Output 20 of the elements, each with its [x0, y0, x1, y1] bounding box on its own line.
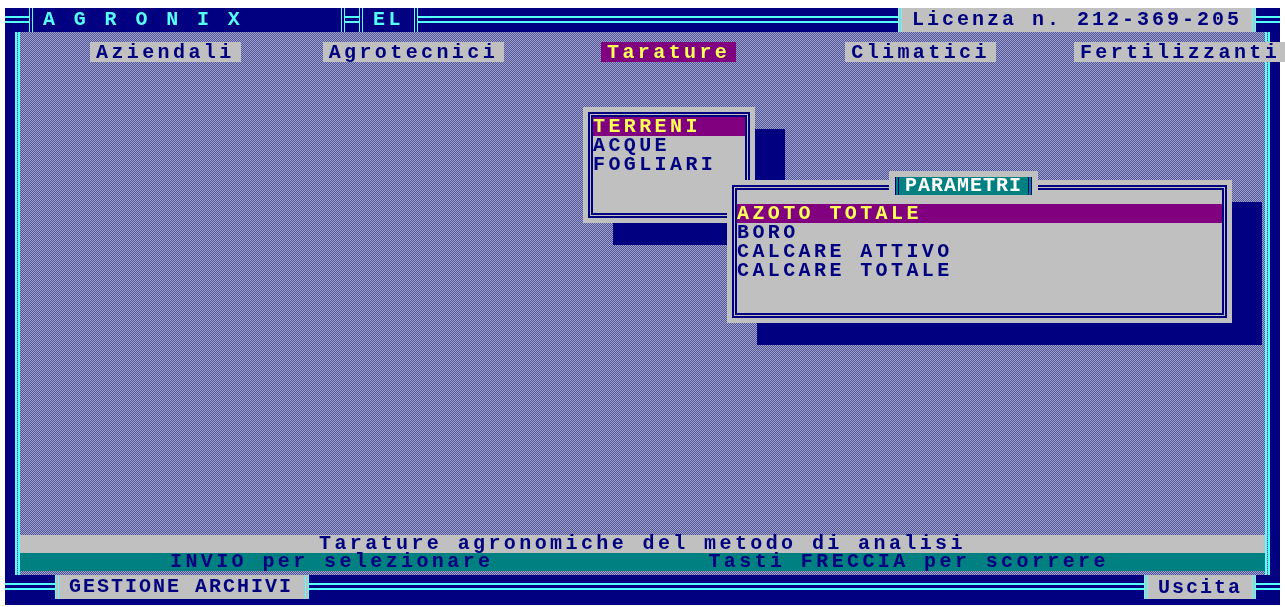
- section-label: GESTIONE ARCHIVI: [55, 575, 309, 599]
- app-title: A G R O N I X: [29, 8, 345, 32]
- hint-text: INVIO per selezionare: [170, 553, 494, 571]
- list-item[interactable]: TERRENI: [593, 117, 745, 136]
- hint-text: Tasti FRECCIA per scorrere: [708, 553, 1109, 571]
- version-tag: EL: [359, 8, 418, 32]
- menu-item[interactable]: Tarature: [601, 42, 737, 62]
- list-item[interactable]: CALCARE ATTIVO: [737, 242, 1222, 261]
- status-description: Tarature agronomiche del metodo di analisi: [20, 535, 1265, 553]
- license-number: Licenza n. 212-369-205: [897, 8, 1256, 32]
- menu-item[interactable]: Aziendali: [90, 42, 241, 62]
- list-item[interactable]: AZOTO TOTALE: [737, 204, 1222, 223]
- list-item[interactable]: CALCARE TOTALE: [737, 261, 1222, 280]
- menu-item[interactable]: Agrotecnici: [322, 42, 505, 62]
- exit-button[interactable]: Uscita: [1144, 575, 1256, 599]
- menu-item[interactable]: Climatici: [845, 42, 996, 62]
- list-item[interactable]: ACQUE: [593, 136, 745, 155]
- list-item[interactable]: BORO: [737, 223, 1222, 242]
- menu-item[interactable]: Fertilizzanti: [1073, 42, 1285, 62]
- list-item[interactable]: FOGLIARI: [593, 155, 745, 174]
